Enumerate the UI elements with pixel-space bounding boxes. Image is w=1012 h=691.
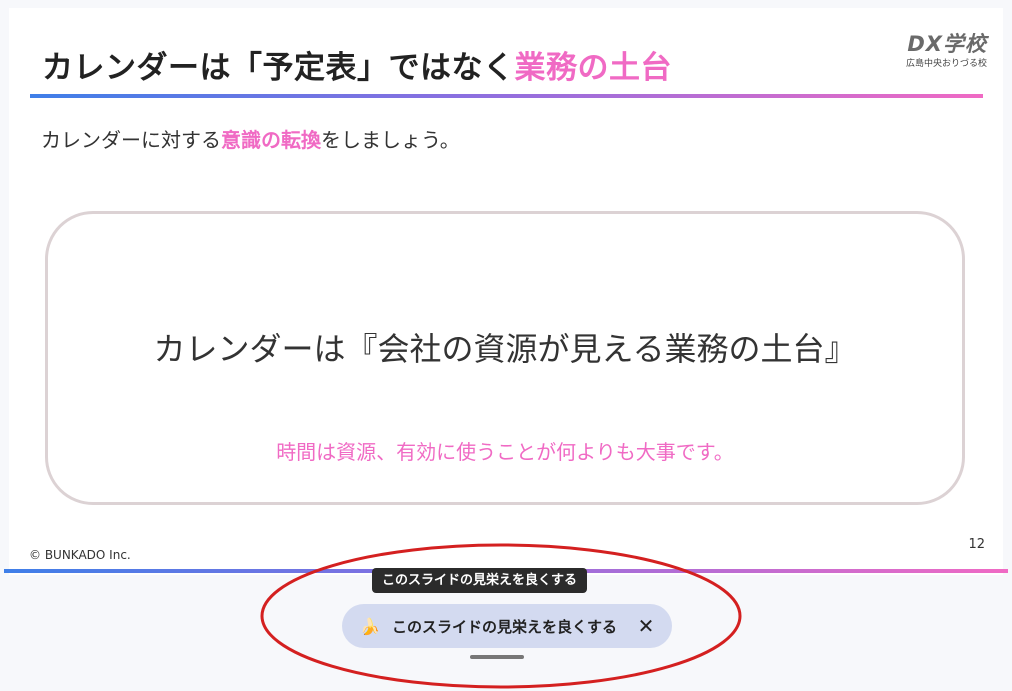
annotation-ellipse <box>260 543 742 689</box>
